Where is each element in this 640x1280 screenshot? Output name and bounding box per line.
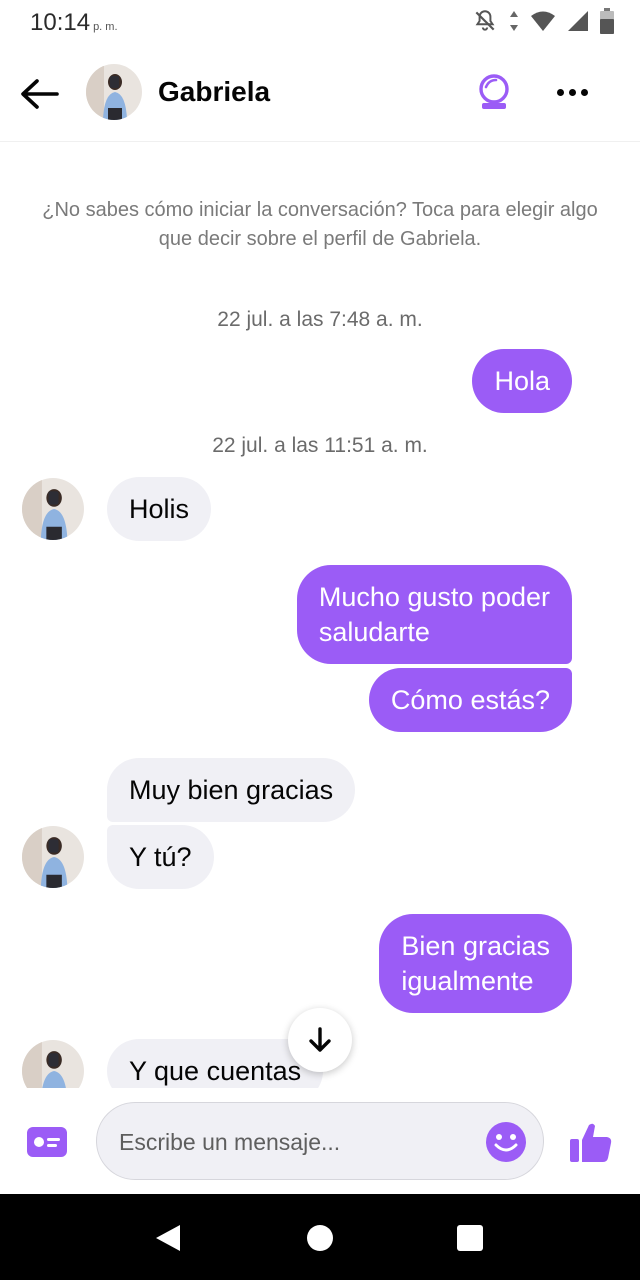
contact-avatar[interactable] (86, 64, 142, 120)
incoming-message[interactable]: Muy bien gracias (107, 758, 356, 822)
more-icon (568, 88, 576, 96)
battery-icon (600, 8, 614, 34)
back-arrow-icon (21, 79, 59, 109)
thumbs-up-icon (570, 1123, 612, 1162)
scroll-to-bottom-button[interactable] (288, 1008, 352, 1072)
arrow-down-icon (309, 1027, 331, 1052)
incoming-message[interactable]: Y tú? (107, 825, 214, 889)
message-avatar[interactable] (22, 826, 84, 888)
more-options-button[interactable] (548, 76, 596, 108)
conversation-header: Gabriela (0, 46, 640, 142)
nav-recents-button[interactable] (448, 1216, 492, 1260)
timestamp: 22 jul. a las 7:48 a. m. (217, 308, 423, 331)
message-line: Mucho gusto poder (318, 582, 550, 612)
avatar-photo (22, 478, 84, 540)
nav-back-icon (156, 1225, 180, 1251)
message-line: saludarte (318, 617, 430, 647)
system-navigation-bar (0, 1194, 640, 1280)
status-icons (472, 8, 614, 34)
back-button[interactable] (18, 74, 60, 114)
cell-signal-icon (568, 11, 588, 31)
conversation-starter-hint[interactable]: ¿No sabes cómo iniciar la conversación? … (40, 196, 600, 254)
message-input[interactable] (119, 1121, 479, 1163)
contact-name[interactable]: Gabriela (158, 76, 270, 108)
message-avatar[interactable] (22, 478, 84, 540)
message-line: igualmente (401, 966, 534, 996)
timestamp: 22 jul. a las 11:51 a. m. (212, 434, 428, 457)
outgoing-message[interactable]: Hola (472, 349, 572, 413)
more-icon (556, 88, 564, 96)
outgoing-message[interactable]: Mucho gusto poder saludarte (296, 565, 572, 664)
emoji-button[interactable] (485, 1121, 527, 1163)
avatar-photo (86, 64, 142, 120)
nav-home-icon (307, 1225, 333, 1251)
status-bar: 10:14 p. m. (0, 0, 640, 46)
message-line: Bien gracias (401, 931, 550, 961)
emoji-icon (486, 1122, 526, 1162)
nav-back-button[interactable] (146, 1216, 190, 1260)
mute-notifications-icon (475, 10, 495, 31)
nav-recents-icon (457, 1225, 483, 1251)
contact-card-icon (27, 1127, 67, 1157)
story-button[interactable] (473, 70, 515, 114)
more-icon (580, 88, 588, 96)
status-ampm: p. m. (93, 21, 118, 33)
story-icon (479, 74, 509, 109)
incoming-message[interactable]: Holis (107, 477, 212, 541)
outgoing-message[interactable]: Bien gracias igualmente (379, 914, 572, 1013)
data-arrows-icon (510, 11, 518, 31)
outgoing-message[interactable]: Cómo estás? (368, 668, 572, 732)
wifi-icon (531, 11, 555, 31)
message-composer (0, 1088, 640, 1194)
message-input-container (96, 1102, 544, 1180)
nav-home-button[interactable] (298, 1216, 342, 1260)
avatar-photo (22, 826, 84, 888)
like-button[interactable] (566, 1118, 616, 1166)
status-time: 10:14 p. m. (30, 9, 118, 36)
contact-card-button[interactable] (24, 1122, 70, 1162)
